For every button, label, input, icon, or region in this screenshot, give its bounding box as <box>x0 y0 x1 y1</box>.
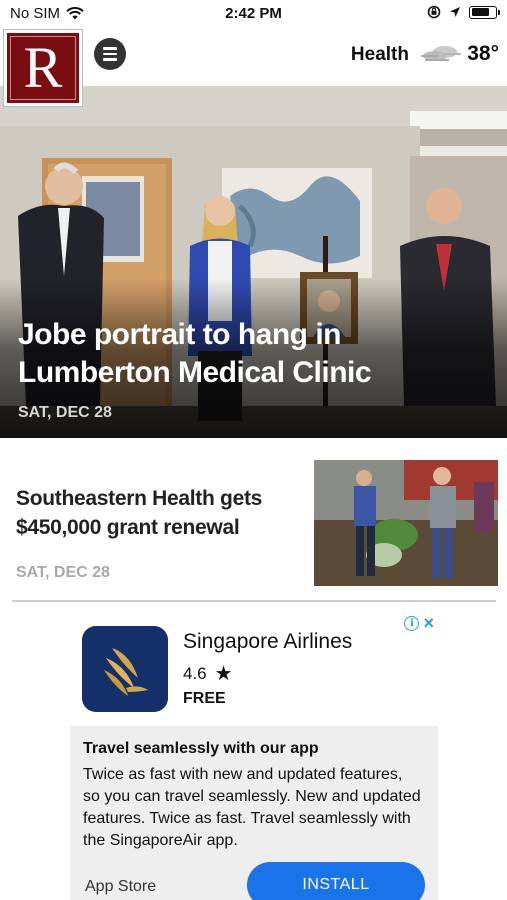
temperature: 38° <box>467 42 499 65</box>
ad-choices[interactable]: i × <box>404 614 434 632</box>
ad-app-name[interactable]: Singapore Airlines <box>183 630 352 654</box>
ad-close-icon[interactable]: × <box>423 614 434 632</box>
status-right <box>427 5 500 19</box>
divider <box>12 600 496 602</box>
rotation-lock-icon <box>427 5 441 19</box>
story-thumbnail[interactable] <box>314 460 498 586</box>
menu-button[interactable] <box>94 38 126 70</box>
ad-body: Twice as fast with new and updated featu… <box>83 766 421 849</box>
story-item[interactable]: Southeastern Health gets $450,000 grant … <box>0 438 507 602</box>
app-header: R Health 38° <box>0 28 507 106</box>
section-title: Health <box>350 44 409 65</box>
star-icon: ★ <box>214 663 233 685</box>
ad-price: FREE <box>183 690 226 707</box>
ad-rating-value: 4.6 <box>183 664 207 683</box>
ad-card[interactable]: Travel seamlessly with our app Twice as … <box>70 726 438 900</box>
install-button[interactable]: INSTALL <box>247 862 425 900</box>
ad-rating: 4.6 ★ <box>183 664 233 684</box>
location-arrow-icon <box>450 7 460 17</box>
hero-story[interactable]: Jobe portrait to hang in Lumberton Medic… <box>0 86 507 438</box>
cloudy-icon <box>421 46 461 61</box>
story-date: SAT, DEC 28 <box>16 564 110 581</box>
hero-date: SAT, DEC 28 <box>18 404 112 421</box>
status-bar: No SIM 2:42 PM <box>0 0 507 28</box>
ad-unit[interactable]: i × Singapore Airlines 4.6 ★ FREE Travel… <box>70 612 438 900</box>
logo[interactable]: R <box>4 30 82 106</box>
battery-icon <box>469 5 500 19</box>
story-headline[interactable]: Southeastern Health gets $450,000 grant … <box>16 484 296 542</box>
logo-letter: R <box>23 35 63 100</box>
hero-headline[interactable]: Jobe portrait to hang in Lumberton Medic… <box>18 316 488 392</box>
ad-info-icon[interactable]: i <box>404 616 420 631</box>
app-icon[interactable] <box>82 626 168 712</box>
ad-store-label: App Store <box>85 878 157 895</box>
ad-headline: Travel seamlessly with our app <box>83 740 319 757</box>
